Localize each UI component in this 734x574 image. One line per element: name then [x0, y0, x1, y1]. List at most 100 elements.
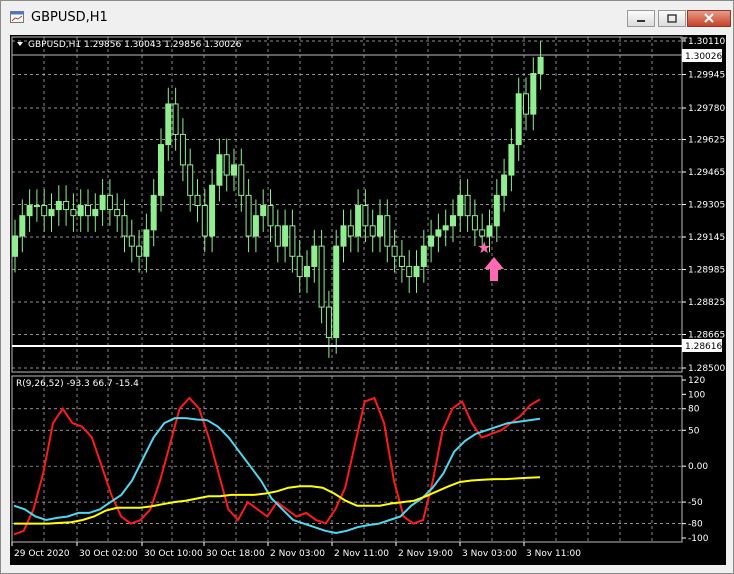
indicator-info: R(9,26,52) -93.3 66.7 -15.4 — [16, 379, 139, 389]
maximize-icon — [667, 14, 677, 23]
window-title: GBPUSD,H1 — [31, 10, 108, 25]
candle-body — [194, 194, 201, 207]
candle-body — [55, 200, 62, 211]
price-tick-label: 1.29465 — [688, 168, 725, 178]
candle-body — [508, 144, 515, 176]
candle-body — [41, 205, 48, 217]
candle-body — [26, 205, 33, 217]
candle-body — [106, 194, 113, 211]
chart-info: GBPUSD,H1 1.29856 1.30043 1.29856 1.3002… — [28, 40, 242, 50]
candle-body — [457, 194, 464, 217]
price-tick-label: 1.29145 — [688, 233, 725, 243]
candle-body — [92, 209, 99, 217]
candle-body — [486, 225, 493, 237]
candle-body — [143, 229, 150, 257]
candle-body — [216, 154, 223, 186]
candle-body — [406, 265, 413, 278]
indicator-tick-label: 100 — [688, 390, 705, 400]
candle-body — [362, 205, 369, 227]
price-tick-label: 1.28500 — [688, 364, 725, 374]
time-tick-label: 2 Nov 19:00 — [398, 549, 453, 559]
price-tick-label: 1.29305 — [688, 201, 725, 211]
candle-body — [493, 194, 500, 227]
candle-body — [311, 245, 318, 267]
indicator-tick-label: 80 — [688, 405, 700, 415]
candle-body — [70, 209, 77, 217]
time-tick-label: 30 Oct 02:00 — [79, 549, 138, 559]
chart-window-icon — [10, 11, 24, 23]
indicator-tick-label: -100 — [688, 534, 709, 544]
star-icon[interactable]: ★ — [477, 238, 491, 257]
price-axis: 1.30110 1.29945 1.29780 1.29625 1.29465 1.293… — [682, 37, 725, 374]
mt4-window: GBPUSD,H1 1.30110 1.29945 1.29780 1.29625 1.… — [0, 0, 734, 574]
candle-body — [325, 306, 332, 339]
current-price-label: 1.30026 — [685, 52, 722, 62]
candle-body — [121, 215, 128, 237]
candle-body — [33, 205, 40, 208]
indicator-tick-label: 0.00 — [688, 462, 708, 472]
candle-body — [428, 235, 435, 247]
time-axis: 29 Oct 2020 30 Oct 02:00 30 Oct 10:00 30 Oc… — [11, 542, 581, 559]
time-tick-label: 2 Nov 11:00 — [334, 549, 389, 559]
minimize-button[interactable] — [627, 10, 655, 27]
candle-body — [77, 205, 84, 217]
candle-body — [85, 205, 91, 217]
candle-body — [391, 245, 398, 257]
candle-body — [252, 215, 259, 237]
close-button[interactable] — [687, 10, 731, 27]
candle-body — [209, 184, 216, 237]
candle-body — [282, 225, 289, 247]
chart-canvas[interactable]: 1.30110 1.29945 1.29780 1.29625 1.29465 1.293… — [10, 35, 726, 565]
candle-body — [442, 225, 449, 231]
candle-body — [450, 215, 456, 227]
candle-body — [384, 215, 391, 247]
hline-price-label: 1.28616 — [685, 342, 722, 352]
price-tick-label: 1.28665 — [688, 330, 725, 340]
indicator-tick-label: -50 — [688, 498, 703, 508]
candle-body — [158, 144, 164, 196]
title-bar[interactable]: GBPUSD,H1 — [1, 1, 733, 35]
candle-body — [267, 205, 274, 227]
maximize-button[interactable] — [658, 10, 686, 27]
candle-body — [420, 245, 427, 267]
candle-body — [501, 174, 508, 196]
candle-body — [238, 164, 245, 196]
minimize-icon — [637, 20, 645, 22]
indicator-tick-label: 120 — [688, 376, 705, 386]
candle-body — [289, 225, 296, 257]
candle-body — [479, 229, 486, 237]
indicator-tick-label: 50 — [688, 426, 700, 436]
time-tick-label: 30 Oct 18:00 — [206, 549, 265, 559]
candle-body — [150, 194, 157, 231]
candle-body — [187, 164, 194, 196]
candle-body — [296, 255, 303, 278]
candle-body — [530, 72, 537, 115]
candle-body — [537, 56, 544, 74]
candle-body — [63, 200, 70, 211]
candle-body — [99, 194, 106, 211]
candle-body — [523, 93, 529, 115]
candle-body — [318, 245, 325, 308]
candle-body — [333, 245, 340, 339]
price-tick-label: 1.29780 — [688, 104, 725, 114]
candle-body — [369, 225, 376, 237]
candle-body — [128, 235, 135, 247]
candle-body — [245, 194, 252, 237]
price-tick-label: 1.30110 — [688, 37, 725, 47]
candle-body — [19, 215, 26, 237]
candle-body — [304, 265, 310, 278]
candle-body — [471, 215, 478, 231]
price-tick-label: 1.29945 — [688, 71, 725, 81]
time-tick-label: 2 Nov 03:00 — [270, 549, 325, 559]
indicator-panel[interactable] — [11, 375, 683, 543]
time-tick-label: 29 Oct 2020 — [14, 549, 70, 559]
time-tick-label: 3 Nov 11:00 — [526, 549, 581, 559]
candle-body — [377, 215, 383, 237]
candle-body — [464, 194, 471, 217]
candle-body — [165, 103, 172, 146]
candle-body — [223, 154, 230, 176]
chart-area[interactable]: 1.30110 1.29945 1.29780 1.29625 1.29465 1.293… — [10, 35, 726, 565]
candle-body — [515, 93, 522, 146]
candle-body — [274, 225, 281, 247]
candle-body — [355, 205, 362, 237]
